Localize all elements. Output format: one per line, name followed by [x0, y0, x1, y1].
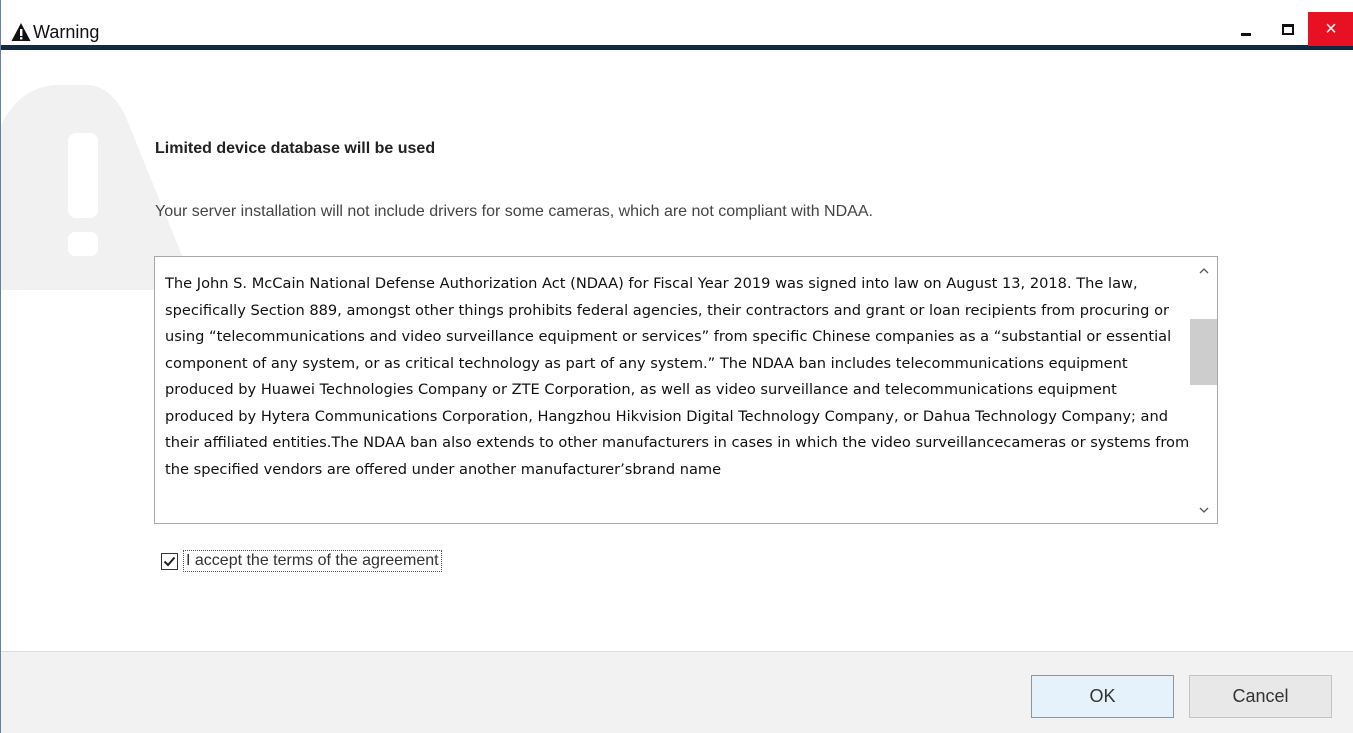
close-button[interactable]: × — [1308, 12, 1353, 46]
warning-triangle-icon — [11, 23, 31, 41]
ok-button[interactable]: OK — [1031, 675, 1174, 718]
terms-textbox[interactable]: The John S. McCain National Defense Auth… — [154, 256, 1218, 524]
warning-dialog: Warning × Limited device database will b… — [0, 0, 1353, 733]
maximize-icon — [1282, 23, 1294, 35]
scroll-down-icon[interactable] — [1190, 499, 1217, 521]
dialog-heading: Limited device database will be used — [155, 140, 436, 157]
vertical-scrollbar[interactable] — [1190, 257, 1217, 523]
minimize-icon — [1241, 32, 1251, 36]
window-title: Warning — [33, 22, 100, 42]
accept-terms-label[interactable]: I accept the terms of the agreement — [183, 550, 442, 572]
title-bar[interactable]: Warning × — [1, 0, 1353, 50]
close-icon: × — [1325, 18, 1337, 40]
accept-terms-row[interactable]: I accept the terms of the agreement — [161, 548, 442, 574]
maximize-button[interactable] — [1269, 12, 1307, 46]
accept-terms-checkbox[interactable] — [161, 552, 178, 570]
minimize-button[interactable] — [1227, 12, 1265, 46]
scroll-thumb[interactable] — [1190, 319, 1217, 385]
cancel-button[interactable]: Cancel — [1189, 675, 1332, 718]
scroll-up-icon[interactable] — [1190, 259, 1217, 281]
dialog-footer: OK Cancel — [1, 651, 1353, 733]
terms-text: The John S. McCain National Defense Auth… — [165, 275, 1190, 478]
checkmark-icon — [163, 556, 176, 566]
dialog-description: Your server installation will not includ… — [155, 203, 873, 220]
